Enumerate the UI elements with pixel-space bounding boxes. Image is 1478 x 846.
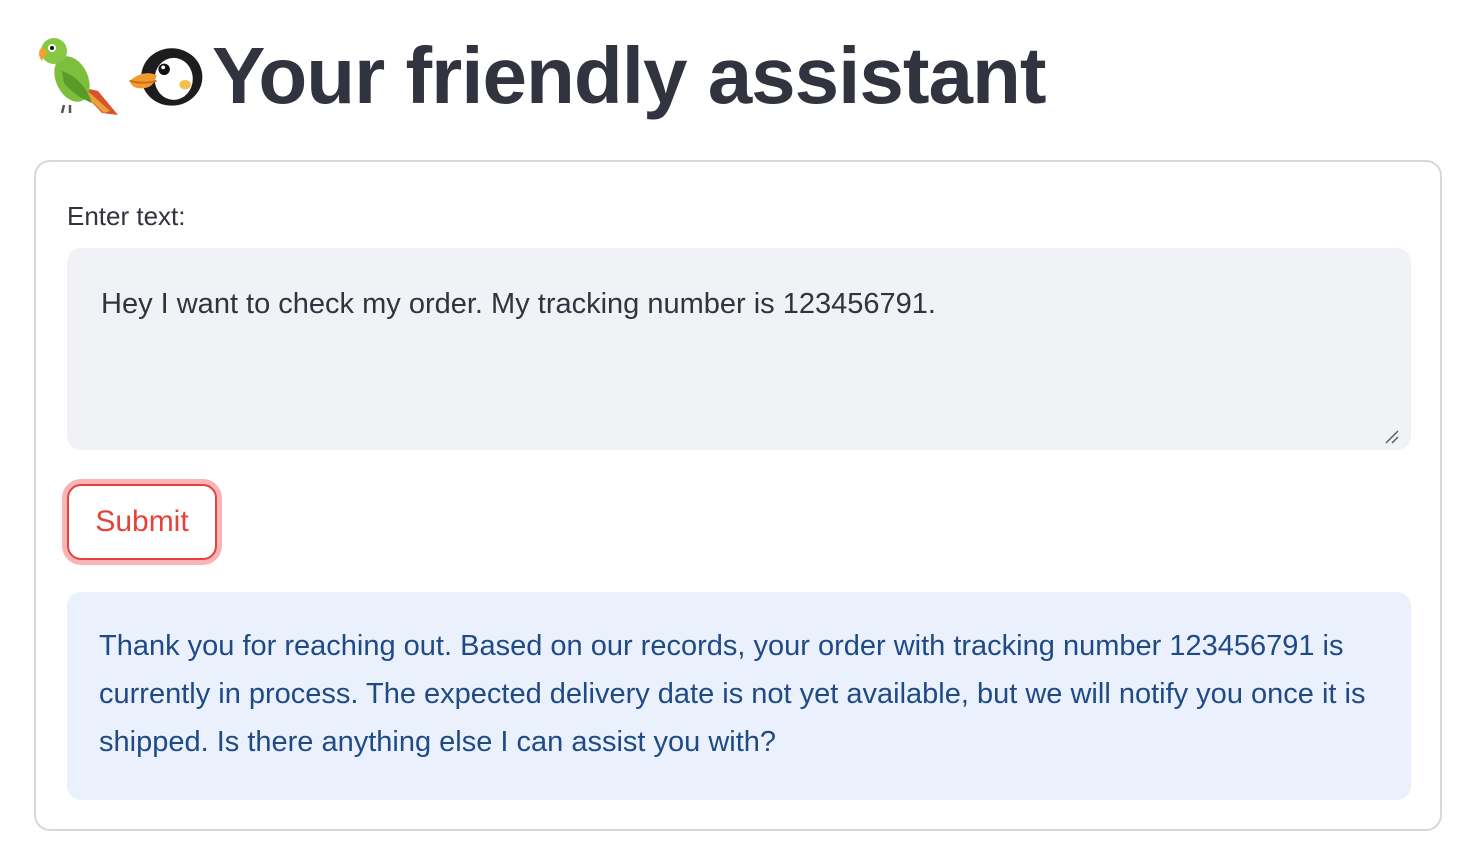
textarea-value: Hey I want to check my order. My trackin… xyxy=(101,288,936,320)
message-textarea[interactable]: Hey I want to check my order. My trackin… xyxy=(67,248,1411,450)
submit-button[interactable]: Submit xyxy=(67,484,217,560)
page-title: Your friendly assistant xyxy=(212,31,1047,120)
title-row: Your friendly assistant xyxy=(32,26,1047,126)
resize-handle-icon[interactable] xyxy=(1383,428,1399,444)
response-text: Thank you for reaching out. Based on our… xyxy=(99,630,1366,758)
app-page: Your friendly assistant Enter text: Hey … xyxy=(0,0,1478,846)
input-form: Enter text: Hey I want to check my order… xyxy=(34,160,1442,831)
parrot-icon xyxy=(39,38,118,115)
penguin-icon xyxy=(129,48,203,106)
assistant-response: Thank you for reaching out. Based on our… xyxy=(67,592,1411,800)
text-input-label: Enter text: xyxy=(67,201,186,231)
